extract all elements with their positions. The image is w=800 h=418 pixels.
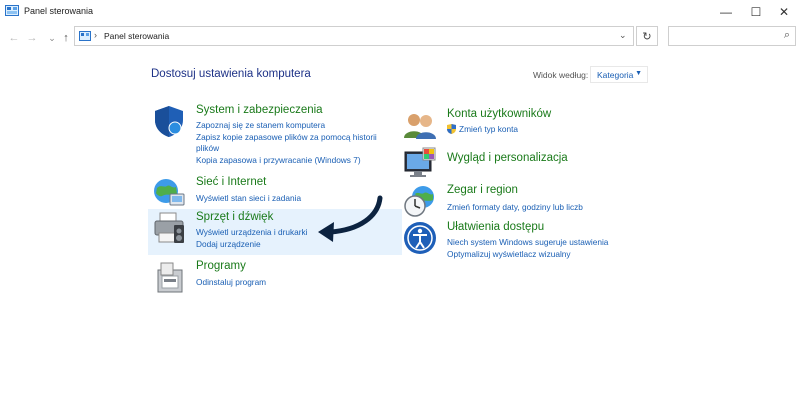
link-file-history[interactable]: Zapisz kopie zapasowe plików za pomocą h…: [196, 132, 377, 142]
breadcrumb-separator: ›: [94, 30, 97, 40]
category-title[interactable]: Programy: [196, 260, 246, 272]
accessibility-icon: [404, 222, 436, 254]
control-panel-icon: [79, 31, 91, 41]
caret-down-icon: ▼: [635, 70, 642, 77]
shield-icon: [155, 106, 183, 137]
chevron-down-icon[interactable]: ⌄: [619, 30, 627, 41]
link-suggest-settings[interactable]: Niech system Windows sugeruje ustawienia: [447, 237, 608, 247]
category-title[interactable]: Konta użytkowników: [447, 108, 551, 120]
category-title[interactable]: Wygląd i personalizacja: [447, 152, 568, 164]
view-by-select[interactable]: Kategoria ▼: [590, 66, 648, 83]
users-icon: [404, 114, 436, 139]
search-input[interactable]: ⌕: [668, 26, 796, 46]
breadcrumb[interactable]: Panel sterowania: [104, 31, 169, 41]
printer-speaker-icon: [154, 212, 184, 243]
link-check-status[interactable]: Zapoznaj się ze stanem komputera: [196, 120, 325, 130]
link-backup-restore[interactable]: Kopia zapasowa i przywracanie (Windows 7…: [196, 155, 361, 165]
link-network-status[interactable]: Wyświetl stan sieci i zadania: [196, 193, 301, 203]
view-by-label: Widok według:: [533, 70, 589, 80]
link-devices-printers[interactable]: Wyświetl urządzenia i drukarki: [196, 227, 308, 237]
refresh-button[interactable]: ↻: [636, 26, 658, 46]
link-add-device[interactable]: Dodaj urządzenie: [196, 239, 261, 249]
title-bar: Panel sterowania — ☐ ✕: [0, 0, 800, 26]
forward-icon[interactable]: →: [24, 30, 40, 46]
window-title: Panel sterowania: [24, 6, 94, 16]
globe-network-icon: [154, 179, 185, 206]
address-bar[interactable]: › Panel sterowania ⌄: [74, 26, 634, 46]
category-title[interactable]: Ułatwienia dostępu: [447, 221, 544, 233]
annotation-arrow-icon: [318, 195, 383, 242]
close-button[interactable]: ✕: [766, 0, 800, 24]
link-optimize-display[interactable]: Optymalizuj wyświetlacz wizualny: [447, 249, 571, 259]
search-icon: ⌕: [783, 29, 790, 41]
view-by-value: Kategoria: [597, 70, 634, 80]
uac-shield-icon: [447, 124, 456, 134]
category-title[interactable]: Sieć i Internet: [196, 176, 266, 188]
programs-box-icon: [157, 262, 183, 293]
category-title[interactable]: Sprzęt i dźwięk: [196, 211, 273, 223]
category-title[interactable]: Zegar i region: [447, 184, 518, 196]
clock-globe-icon: [404, 186, 434, 217]
link-uninstall-program[interactable]: Odinstaluj program: [196, 277, 266, 287]
link-file-history-cont[interactable]: plików: [196, 143, 219, 153]
page-title: Dostosuj ustawienia komputera: [151, 68, 311, 80]
link-change-account-type[interactable]: Zmień typ konta: [459, 124, 518, 134]
up-icon[interactable]: ↑: [58, 30, 74, 46]
category-title[interactable]: System i zabezpieczenia: [196, 104, 323, 116]
control-panel-icon: [5, 5, 19, 16]
monitor-palette-icon: [404, 147, 436, 177]
link-change-formats[interactable]: Zmień formaty daty, godziny lub liczb: [447, 202, 583, 212]
back-icon[interactable]: ←: [6, 30, 22, 46]
